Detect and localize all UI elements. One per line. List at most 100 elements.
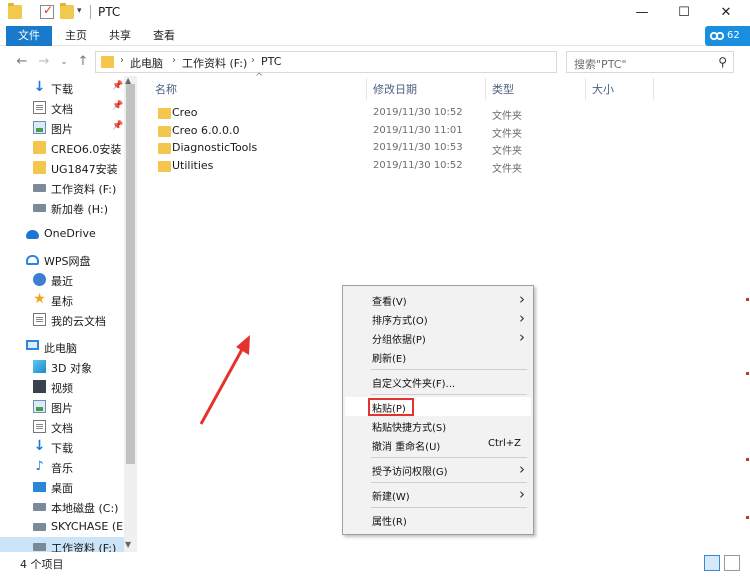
file-date: 2019/11/30 10:52: [373, 107, 463, 118]
sidebar-item-videos[interactable]: 视频: [0, 377, 124, 397]
drive-icon: [33, 204, 46, 212]
breadcrumb-ptc[interactable]: PTC: [261, 55, 281, 68]
menu-item-customize-folder[interactable]: 自定义文件夹(F)...: [345, 372, 531, 391]
menu-item-give-access[interactable]: 授予访问权限(G) ›: [345, 460, 531, 479]
column-divider[interactable]: [366, 78, 367, 100]
paste-highlight-box: [368, 398, 414, 416]
details-view-icon[interactable]: [704, 555, 720, 571]
file-type: 文件夹: [492, 146, 522, 157]
sidebar-item-starred[interactable]: ★ 星标: [0, 290, 124, 310]
menu-item-paste-shortcut[interactable]: 粘贴快捷方式(S): [345, 416, 531, 435]
column-header-type[interactable]: 类型: [492, 81, 514, 97]
tab-home[interactable]: 主页: [65, 26, 87, 46]
column-divider[interactable]: [485, 78, 486, 100]
menu-item-view[interactable]: 查看(V) ›: [345, 290, 531, 309]
properties-check-icon[interactable]: [40, 3, 54, 19]
navigation-pane: ↓ 下载 📌 文档 📌 图片 📌 CREO6.0安装 UG1847安装 工作资料…: [0, 76, 137, 557]
search-icon[interactable]: ⚲: [718, 55, 727, 69]
tab-view[interactable]: 查看: [153, 26, 175, 46]
submenu-chevron-icon: ›: [519, 485, 525, 503]
file-row[interactable]: Utilities 2019/11/30 10:52 文件夹: [154, 158, 574, 176]
folder-icon: [33, 141, 46, 154]
breadcrumb-this-pc[interactable]: 此电脑: [130, 55, 163, 71]
sidebar-item-wps-cloud[interactable]: WPS网盘: [0, 250, 124, 270]
sidebar-item-label: 新加卷 (H:): [51, 203, 109, 216]
sidebar-item-creo-install[interactable]: CREO6.0安装: [0, 138, 124, 158]
sidebar-item-recent[interactable]: 最近: [0, 270, 124, 290]
desktop-icon: [33, 482, 46, 492]
scroll-down-icon[interactable]: ▼: [125, 540, 131, 549]
sidebar-item-label: 本地磁盘 (C:): [51, 502, 119, 515]
clock-icon: [33, 273, 46, 286]
file-date: 2019/11/30 10:53: [373, 142, 463, 153]
breadcrumb-separator: ›: [172, 55, 176, 66]
breadcrumb-drive-f[interactable]: 工作资料 (F:): [182, 55, 247, 71]
sidebar-item-drive-h[interactable]: 新加卷 (H:): [0, 198, 124, 218]
file-name: DiagnosticTools: [172, 141, 258, 154]
sidebar-item-downloads-pinned[interactable]: ↓ 下载 📌: [0, 78, 124, 98]
menu-item-shortcut: Ctrl+Z: [488, 438, 522, 449]
menu-item-new[interactable]: 新建(W) ›: [345, 485, 531, 504]
large-icons-view-icon[interactable]: [724, 555, 740, 571]
cloud-sync-icon: [709, 31, 725, 41]
sidebar-item-this-pc[interactable]: 此电脑: [0, 337, 124, 357]
sidebar-item-documents[interactable]: 文档: [0, 417, 124, 437]
sidebar-item-onedrive[interactable]: OneDrive: [0, 224, 124, 244]
folder-icon: [158, 126, 171, 137]
menu-item-sort-by[interactable]: 排序方式(O) ›: [345, 309, 531, 328]
annotation-arrow: [199, 335, 250, 425]
menu-item-paste[interactable]: 粘贴(P): [345, 397, 531, 416]
sidebar-scrollbar[interactable]: ▲ ▼: [124, 76, 137, 552]
menu-item-label: 分组依据(P): [372, 335, 426, 346]
sidebar-item-drive-f-quick[interactable]: 工作资料 (F:): [0, 178, 124, 198]
address-bar[interactable]: › 此电脑 › 工作资料 (F:) › PTC ⌄ ↻: [95, 51, 654, 73]
quick-access-dropdown-icon[interactable]: ▾: [77, 6, 82, 16]
sidebar-item-pictures[interactable]: 图片: [0, 397, 124, 417]
sidebar-item-desktop[interactable]: 桌面: [0, 477, 124, 497]
computer-icon: [26, 340, 39, 350]
menu-item-label: 撤消 重命名(U): [372, 442, 441, 453]
sidebar-item-documents-pinned[interactable]: 文档 📌: [0, 98, 124, 118]
sidebar-item-my-cloud-docs[interactable]: 我的云文档: [0, 310, 124, 330]
title-bar: ▾ PTC — ☐ ✕: [0, 0, 750, 26]
menu-item-undo-rename[interactable]: 撤消 重命名(U) Ctrl+Z: [345, 435, 531, 454]
file-row[interactable]: Creo 6.0.0.0 2019/11/30 11:01 文件夹: [154, 123, 574, 141]
column-divider[interactable]: [653, 78, 654, 100]
recent-locations-chevron-icon[interactable]: ⌄: [56, 54, 72, 70]
forward-arrow-icon[interactable]: →: [36, 54, 52, 70]
sidebar-item-3d-objects[interactable]: 3D 对象: [0, 357, 124, 377]
sidebar-item-downloads[interactable]: ↓ 下载: [0, 437, 124, 457]
sidebar-item-drive-c[interactable]: 本地磁盘 (C:): [0, 497, 124, 517]
edge-mark: [746, 516, 749, 519]
sidebar-item-label: 此电脑: [44, 342, 77, 355]
column-header-size[interactable]: 大小: [592, 81, 614, 97]
close-button[interactable]: ✕: [706, 2, 746, 24]
submenu-chevron-icon: ›: [519, 309, 525, 327]
sidebar-item-ug-install[interactable]: UG1847安装: [0, 158, 124, 178]
breadcrumb-separator: ›: [251, 55, 255, 66]
up-arrow-icon[interactable]: ↑: [75, 54, 91, 70]
sidebar-item-music[interactable]: ♪ 音乐: [0, 457, 124, 477]
back-arrow-icon[interactable]: ←: [14, 54, 30, 70]
menu-item-properties[interactable]: 属性(R): [345, 510, 531, 529]
column-divider[interactable]: [585, 78, 586, 100]
column-header-date[interactable]: 修改日期: [373, 81, 417, 97]
column-header-name[interactable]: 名称: [155, 81, 177, 97]
sidebar-scroll-thumb[interactable]: [126, 84, 135, 464]
file-row[interactable]: Creo 2019/11/30 10:52 文件夹: [154, 105, 574, 123]
new-folder-icon[interactable]: [60, 3, 74, 19]
sidebar-item-label: OneDrive: [44, 227, 96, 240]
sidebar-item-pictures-pinned[interactable]: 图片 📌: [0, 118, 124, 138]
sidebar-item-drive-e[interactable]: SKYCHASE (E:): [0, 517, 131, 537]
minimize-button[interactable]: —: [622, 2, 662, 24]
menu-item-group-by[interactable]: 分组依据(P) ›: [345, 328, 531, 347]
search-input[interactable]: 搜索"PTC" ⚲: [566, 51, 734, 73]
sidebar-item-label: 视频: [51, 382, 73, 395]
file-row[interactable]: DiagnosticTools 2019/11/30 10:53 文件夹: [154, 140, 574, 158]
maximize-button[interactable]: ☐: [664, 2, 704, 24]
document-icon: [33, 420, 46, 433]
tab-share[interactable]: 共享: [109, 26, 131, 46]
tab-file[interactable]: 文件: [6, 26, 52, 46]
menu-item-refresh[interactable]: 刷新(E): [345, 347, 531, 366]
cloud-sync-badge[interactable]: 62: [705, 26, 750, 46]
